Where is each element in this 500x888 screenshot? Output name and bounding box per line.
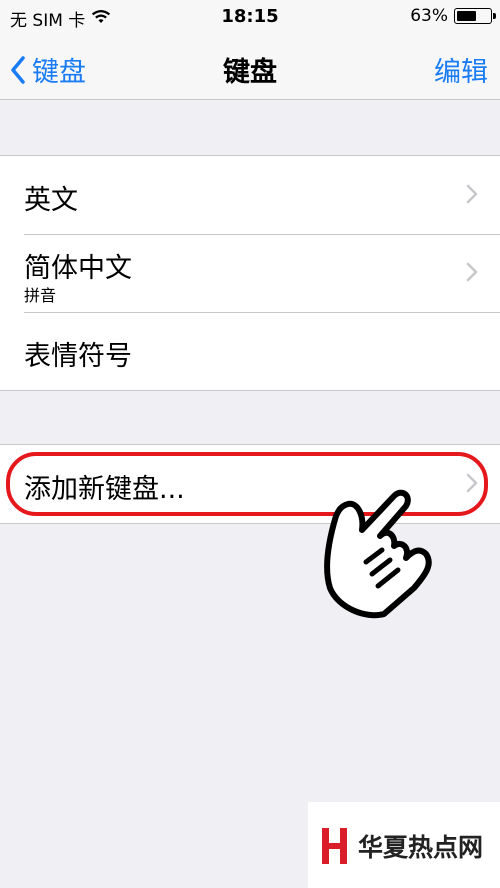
list-item-label: 简体中文 — [24, 253, 132, 284]
chevron-right-icon — [466, 262, 478, 282]
status-bar: 无 SIM 卡 18:15 63% — [0, 0, 500, 34]
keyboard-list: 英文 简体中文 拼音 表情符号 — [0, 155, 500, 391]
nav-bar: 键盘 键盘 编辑 — [0, 34, 500, 100]
page-title: 键盘 — [223, 57, 277, 88]
logo-icon — [322, 828, 347, 864]
pointing-hand-icon — [324, 489, 432, 619]
battery-level — [457, 11, 476, 21]
list-item-label: 英文 — [24, 185, 78, 216]
battery-percent: 63% — [410, 6, 448, 26]
watermark: 华夏热点网 — [308, 802, 500, 888]
chevron-right-icon — [466, 184, 478, 204]
list-item-label: 表情符号 — [24, 341, 132, 372]
list-item-english[interactable]: 英文 — [0, 156, 500, 234]
edit-button[interactable]: 编辑 — [434, 50, 488, 89]
battery-icon — [454, 8, 496, 24]
list-item-sublabel: 拼音 — [24, 286, 57, 305]
list-item-simplified-chinese[interactable]: 简体中文 拼音 — [0, 234, 500, 312]
watermark-text: 华夏热点网 — [358, 833, 484, 862]
status-right: 63% — [410, 6, 496, 26]
list-item-emoji[interactable]: 表情符号 — [0, 312, 500, 390]
